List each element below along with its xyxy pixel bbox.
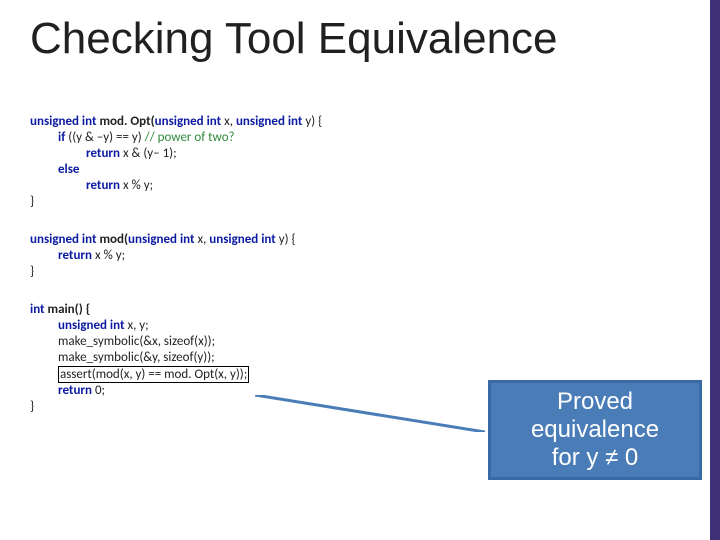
param-type: unsigned int: [209, 232, 276, 247]
keyword: int: [30, 302, 45, 317]
keyword-return: return: [86, 146, 120, 161]
text: 0;: [92, 383, 105, 398]
text: y) {: [302, 114, 322, 129]
comment: // power of two?: [145, 130, 235, 145]
keyword: unsigned int: [30, 114, 97, 129]
code-block-mod: unsigned int mod(unsigned int x, unsigne…: [30, 232, 296, 280]
param-type: unsigned int: [236, 114, 303, 129]
function-name: main() {: [45, 302, 91, 317]
text: y) {: [276, 232, 296, 247]
slide-title: Checking Tool Equivalence: [30, 14, 558, 64]
text: x % y;: [92, 248, 125, 263]
callout-line-3: for y ≠ 0: [552, 444, 639, 471]
text: x,: [221, 114, 236, 129]
callout-line-1: Proved: [557, 388, 633, 415]
text: ((y & –y) == y): [65, 130, 144, 145]
text: make_symbolic(&y, sizeof(y));: [58, 350, 215, 365]
text: x & (y– 1);: [120, 146, 177, 161]
text: assert(mod(x, y) == mod. Opt(x, y));: [60, 367, 247, 382]
text: x,: [195, 232, 210, 247]
assert-boxed-line: assert(mod(x, y) == mod. Opt(x, y));: [58, 366, 249, 383]
param-type: unsigned int: [128, 232, 195, 247]
side-accent-bar: [710, 0, 720, 540]
function-name: mod. Opt(: [97, 114, 155, 129]
param-type: unsigned int: [155, 114, 222, 129]
connector-line: [255, 395, 485, 432]
text: x % y;: [120, 178, 153, 193]
keyword: unsigned int: [30, 232, 97, 247]
keyword-return: return: [58, 383, 92, 398]
function-name: mod(: [97, 232, 129, 247]
keyword: unsigned int: [58, 318, 125, 333]
slide: Checking Tool Equivalence unsigned int m…: [0, 0, 720, 540]
brace-close: }: [30, 194, 34, 209]
keyword-else: else: [58, 162, 79, 177]
brace-close: }: [30, 399, 34, 414]
brace-close: }: [30, 264, 34, 279]
callout-text: Proved equivalence for y ≠ 0: [531, 388, 659, 472]
callout-line-2: equivalence: [531, 416, 659, 443]
text: x, y;: [125, 318, 149, 333]
text: make_symbolic(&x, sizeof(x));: [58, 334, 215, 349]
keyword-return: return: [58, 248, 92, 263]
code-block-modopt: unsigned int mod. Opt(unsigned int x, un…: [30, 114, 322, 210]
code-block-main: int main() { unsigned int x, y; make_sym…: [30, 302, 249, 415]
callout-box: Proved equivalence for y ≠ 0: [488, 380, 702, 480]
keyword-return: return: [86, 178, 120, 193]
